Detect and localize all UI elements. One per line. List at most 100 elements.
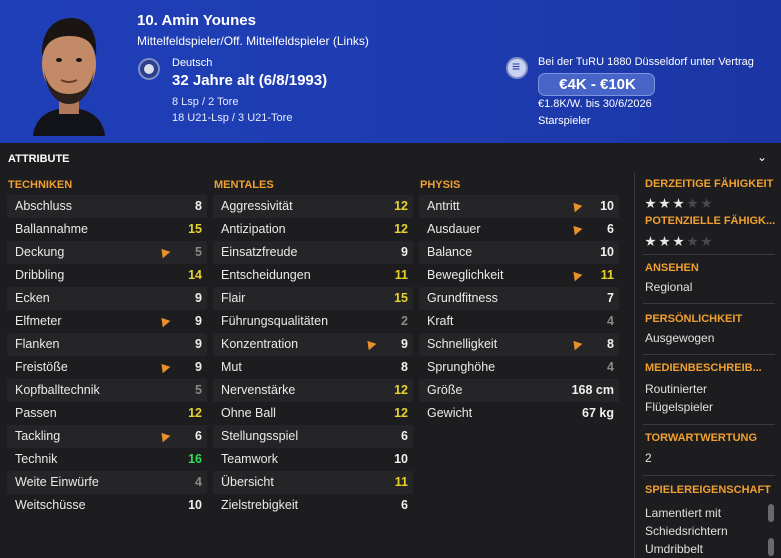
attribute-name: Antritt: [427, 199, 460, 213]
attribute-name: Ohne Ball: [221, 406, 276, 420]
attribute-value: 5: [195, 383, 202, 397]
attribute-row[interactable]: Ballannahme 15: [7, 218, 207, 241]
attribute-row[interactable]: Abschluss 8: [7, 195, 207, 218]
mental-attributes: Aggressivität 12 Antizipation 12 Einsatzfreu…: [213, 195, 413, 517]
player-position: Mittelfeldspieler/Off. Mittelfeldspieler…: [137, 34, 369, 48]
attribute-row[interactable]: Kopfballtechnik 5: [7, 379, 207, 402]
attribute-row[interactable]: Ecken 9: [7, 287, 207, 310]
attribute-row[interactable]: Konzentration 9: [213, 333, 413, 356]
training-focus-arrow-icon: [569, 199, 583, 213]
attribute-name: Mut: [221, 360, 242, 374]
star-icon: [645, 198, 656, 209]
star-icon: [673, 236, 684, 247]
attribute-row[interactable]: Flair 15: [213, 287, 413, 310]
trait-line2: Schiedsrichtern: [645, 524, 728, 538]
attribute-row[interactable]: Gewicht 67 kg: [419, 402, 619, 425]
attribute-row[interactable]: Führungsqualitäten 2: [213, 310, 413, 333]
attribute-row[interactable]: Freistöße 9: [7, 356, 207, 379]
attribute-row[interactable]: Aggressivität 12: [213, 195, 413, 218]
scroll-thumb[interactable]: [768, 504, 774, 522]
attribute-value: 10: [600, 199, 614, 213]
attribute-row[interactable]: Entscheidungen 11: [213, 264, 413, 287]
goalkeeper-rating-label: TORWARTWERTUNG: [645, 432, 758, 444]
attribute-row[interactable]: Größe 168 cm: [419, 379, 619, 402]
attribute-name: Dribbling: [15, 268, 65, 282]
attribute-name: Stellungsspiel: [221, 429, 299, 443]
attribute-name: Deckung: [15, 245, 65, 259]
attribute-name: Weitschüsse: [15, 498, 86, 512]
attribute-row[interactable]: Passen 12: [7, 402, 207, 425]
traits-scrollbar[interactable]: [768, 500, 774, 558]
media-description-line2: Flügelspieler: [645, 400, 714, 414]
player-header: 10. Amin Younes Mittelfeldspieler/Off. M…: [0, 0, 781, 143]
attribute-name: Entscheidungen: [221, 268, 311, 282]
attribute-row[interactable]: Übersicht 11: [213, 471, 413, 494]
attribute-row[interactable]: Einsatzfreude 9: [213, 241, 413, 264]
attribute-row[interactable]: Zielstrebigkeit 6: [213, 494, 413, 517]
attribute-row[interactable]: Antizipation 12: [213, 218, 413, 241]
attribute-row[interactable]: Balance 10: [419, 241, 619, 264]
attribute-row[interactable]: Deckung 5: [7, 241, 207, 264]
attribute-row[interactable]: Ausdauer 6: [419, 218, 619, 241]
attribute-value: 4: [607, 360, 614, 374]
divider: [643, 254, 775, 255]
attribute-row[interactable]: Stellungsspiel 6: [213, 425, 413, 448]
attribute-name: Kraft: [427, 314, 454, 328]
attribute-value: 5: [195, 245, 202, 259]
attribute-name: Ausdauer: [427, 222, 481, 236]
attribute-row[interactable]: Mut 8: [213, 356, 413, 379]
attribute-row[interactable]: Schnelligkeit 8: [419, 333, 619, 356]
attribute-row[interactable]: Grundfitness 7: [419, 287, 619, 310]
training-focus-arrow-icon: [569, 222, 583, 236]
divider: [643, 354, 775, 355]
club-badge-icon[interactable]: [506, 57, 528, 79]
divider: [643, 424, 775, 425]
attribute-name: Elfmeter: [15, 314, 62, 328]
training-focus-arrow-icon: [569, 268, 583, 282]
attribute-row[interactable]: Antritt 10: [419, 195, 619, 218]
attribute-value: 11: [394, 475, 408, 489]
attribute-name: Flanken: [15, 337, 60, 351]
attribute-row[interactable]: Flanken 9: [7, 333, 207, 356]
attribute-row[interactable]: Dribbling 14: [7, 264, 207, 287]
training-focus-arrow-icon: [157, 360, 171, 374]
attribute-row[interactable]: Beweglichkeit 11: [419, 264, 619, 287]
attribute-row[interactable]: Ohne Ball 12: [213, 402, 413, 425]
attribute-row[interactable]: Weite Einwürfe 4: [7, 471, 207, 494]
attribute-row[interactable]: Elfmeter 9: [7, 310, 207, 333]
squad-status: Starspieler: [538, 115, 591, 127]
attribute-value: 15: [394, 291, 408, 305]
contract-club[interactable]: Bei der TuRU 1880 Düsseldorf unter Vertr…: [538, 56, 754, 68]
player-age: 32 Jahre alt (6/8/1993): [172, 72, 328, 89]
attribute-value: 9: [195, 360, 202, 374]
attribute-row[interactable]: Weitschüsse 10: [7, 494, 207, 517]
media-description-line1: Routinierter: [645, 382, 708, 396]
nationality: Deutsch: [172, 57, 213, 69]
trait-line1: Lamentiert mit: [645, 506, 722, 520]
scroll-thumb[interactable]: [768, 538, 774, 556]
attribute-value: 168 cm: [571, 383, 614, 397]
national-team-badge-icon[interactable]: [138, 58, 160, 80]
physical-attributes: Antritt 10 Ausdauer 6 Balance 10 Beweglichkeit…: [419, 195, 619, 425]
attribute-name: Ecken: [15, 291, 50, 305]
attribute-name: Abschluss: [15, 199, 72, 213]
current-ability-stars: [645, 196, 715, 209]
attribute-row[interactable]: Technik 16: [7, 448, 207, 471]
technical-attributes: Abschluss 8 Ballannahme 15 Deckung 5 Dribbling…: [7, 195, 207, 517]
training-focus-arrow-icon: [157, 429, 171, 443]
personality-value: Ausgewogen: [645, 331, 715, 345]
divider: [643, 475, 775, 476]
attribute-value: 12: [394, 406, 408, 420]
attribute-name: Zielstrebigkeit: [221, 498, 299, 512]
chevron-down-icon[interactable]: ⌄: [757, 150, 767, 164]
attribute-row[interactable]: Tackling 6: [7, 425, 207, 448]
attribute-row[interactable]: Nervenstärke 12: [213, 379, 413, 402]
attribute-name: Freistöße: [15, 360, 68, 374]
attribute-row[interactable]: Teamwork 10: [213, 448, 413, 471]
wage-detail: €1.8K/W. bis 30/6/2026: [538, 98, 652, 110]
attribute-name: Tackling: [15, 429, 61, 443]
attribute-value: 6: [401, 429, 408, 443]
attribute-name: Konzentration: [221, 337, 299, 351]
attribute-row[interactable]: Sprunghöhe 4: [419, 356, 619, 379]
attribute-row[interactable]: Kraft 4: [419, 310, 619, 333]
